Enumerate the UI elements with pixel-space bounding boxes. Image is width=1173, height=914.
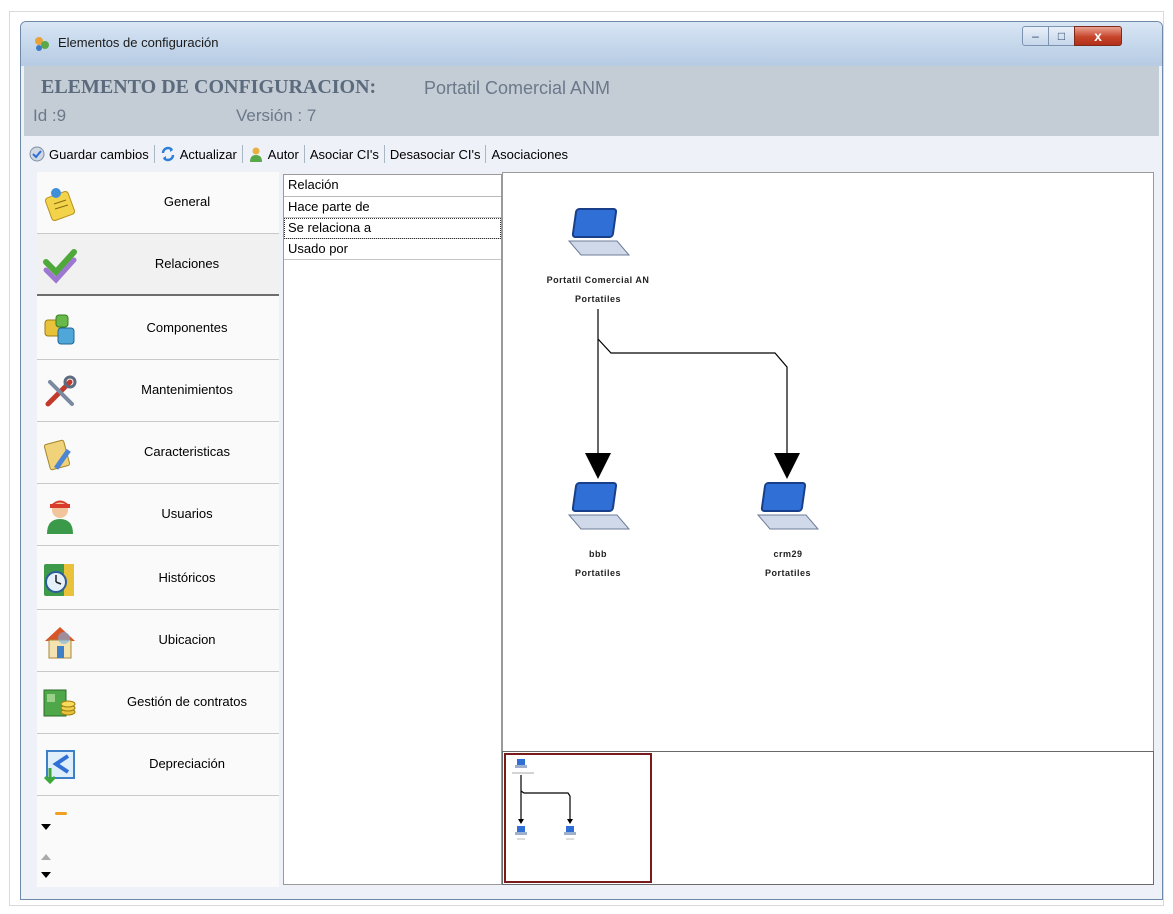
node-type: Portatiles xyxy=(574,294,621,304)
clipboard-pencil-icon xyxy=(43,439,71,471)
laptop-icon[interactable] xyxy=(752,479,824,539)
header-label: ELEMENTO DE CONFIGURACION: xyxy=(41,76,377,98)
nav-item-caracteristicas[interactable]: Caracteristicas xyxy=(37,422,279,484)
graph-minimap[interactable] xyxy=(502,751,1154,885)
close-button[interactable]: x xyxy=(1074,26,1122,46)
ci-id: Id :9 xyxy=(33,106,67,125)
nav-overflow-indicator xyxy=(55,812,67,815)
user-icon xyxy=(47,500,73,534)
puzzle-icon xyxy=(44,314,75,345)
associate-button[interactable]: Asociar CI's xyxy=(305,143,384,165)
nav-item-gestion-contratos[interactable]: Gestión de contratos xyxy=(37,672,279,734)
nav-item-ubicacion[interactable]: Ubicacion xyxy=(37,610,279,672)
notepad-icon xyxy=(44,188,76,222)
title-bar[interactable]: Elementos de configuración – □ x xyxy=(21,22,1162,66)
node-name: crm29 xyxy=(773,549,803,559)
laptop-icon[interactable] xyxy=(563,205,635,265)
node-type: Portatiles xyxy=(574,568,621,578)
checkmark-icon xyxy=(43,249,77,284)
refresh-icon xyxy=(161,146,174,162)
clock-icon xyxy=(44,564,74,596)
section-nav: General Relaciones Componentes Mantenimi… xyxy=(37,172,279,887)
nav-scroll-down-icon[interactable] xyxy=(40,870,52,882)
relations-header: Relación xyxy=(284,175,501,197)
refresh-button[interactable]: Actualizar xyxy=(155,143,242,165)
nav-item-depreciacion[interactable]: Depreciación xyxy=(37,734,279,796)
relation-row-hace-parte-de[interactable]: Hace parte de xyxy=(284,197,501,218)
app-icon xyxy=(35,37,49,51)
house-icon xyxy=(45,627,75,659)
relation-row-se-relaciona-a[interactable]: Se relaciona a xyxy=(284,218,501,239)
associations-button[interactable]: Asociaciones xyxy=(486,143,573,165)
toolbar: Guardar cambios Actualizar Autor Asociar… xyxy=(24,139,1159,169)
nav-item-relaciones[interactable]: Relaciones xyxy=(37,234,279,296)
money-icon xyxy=(43,689,76,717)
tools-icon xyxy=(45,375,77,407)
window-title: Elementos de configuración xyxy=(58,35,219,50)
nav-item-mantenimientos[interactable]: Mantenimientos xyxy=(37,360,279,422)
minimap-graph xyxy=(512,759,576,840)
nav-item-usuarios[interactable]: Usuarios xyxy=(37,484,279,546)
node-type: Portatiles xyxy=(764,568,811,578)
node-name: bbb xyxy=(589,549,607,559)
nav-item-historicos[interactable]: Históricos xyxy=(37,548,279,610)
save-button[interactable]: Guardar cambios xyxy=(24,143,154,165)
depreciation-icon xyxy=(43,750,75,784)
node-name: Portatil Comercial AN xyxy=(546,275,650,285)
minimize-button[interactable]: – xyxy=(1022,26,1049,46)
save-icon xyxy=(29,146,45,162)
ci-name: Portatil Comercial ANM xyxy=(424,78,611,98)
ci-header: ELEMENTO DE CONFIGURACION: Portatil Come… xyxy=(24,66,1159,136)
laptop-icon[interactable] xyxy=(563,479,635,539)
nav-item-general[interactable]: General xyxy=(37,172,279,234)
relation-row-usado-por[interactable]: Usado por xyxy=(284,239,501,260)
config-window: Elementos de configuración – □ x ELEMENT… xyxy=(20,21,1163,900)
relations-list: Relación Hace parte de Se relaciona a Us… xyxy=(283,174,502,885)
author-button[interactable]: Autor xyxy=(243,143,304,165)
user-icon xyxy=(249,147,262,162)
nav-menu-arrow-icon[interactable] xyxy=(40,822,52,834)
nav-scroll-up-icon[interactable] xyxy=(40,852,52,864)
nav-item-componentes[interactable]: Componentes xyxy=(37,298,279,360)
ci-version: Versión : 7 xyxy=(236,106,317,125)
maximize-button[interactable]: □ xyxy=(1048,26,1075,46)
disassociate-button[interactable]: Desasociar CI's xyxy=(385,143,486,165)
